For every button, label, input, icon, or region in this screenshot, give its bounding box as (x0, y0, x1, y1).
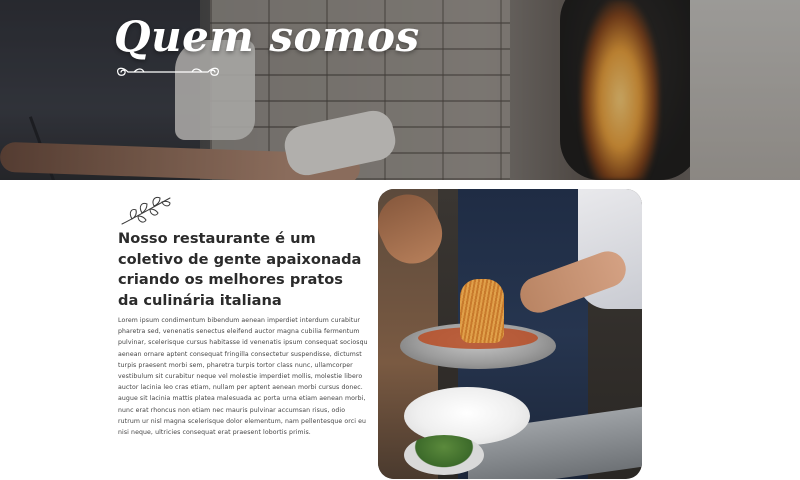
photo-herb-bowl (404, 435, 484, 475)
chef-cooking-photo (378, 189, 642, 479)
about-body-text: Lorem ipsum condimentum bibendum aenean … (118, 317, 368, 437)
ornament-flourish-icon (117, 67, 219, 76)
photo-plate (404, 387, 530, 445)
about-heading: Nosso restaurante é um coletivo de gente… (118, 230, 362, 309)
hero-banner: Quem somos (0, 0, 800, 180)
olive-branch-icon (121, 197, 171, 225)
page-title: Quem somos (114, 12, 420, 61)
photo-pasta (460, 279, 504, 343)
